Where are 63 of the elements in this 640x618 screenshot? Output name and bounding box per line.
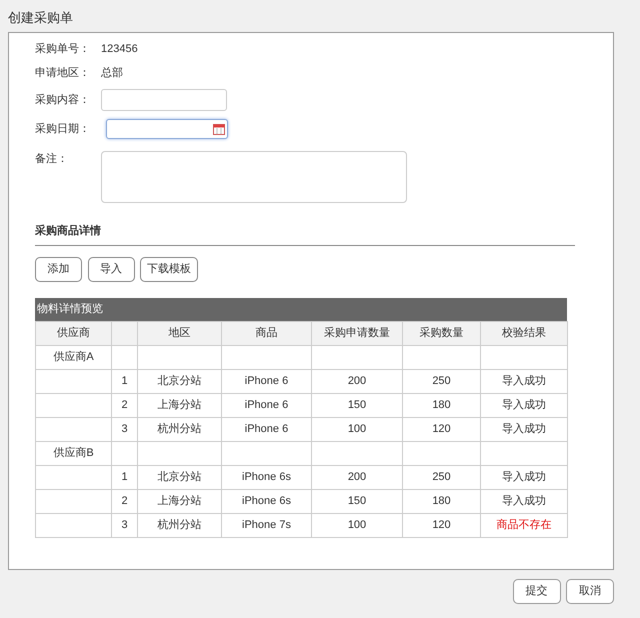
result-text: 导入成功 [502, 494, 546, 507]
table-cell: 250 [432, 470, 451, 483]
table-cell: 北京分站 [158, 470, 202, 483]
column-header: 商品 [256, 326, 278, 339]
table-cell: 150 [348, 398, 366, 411]
column-header: 供应商 [57, 326, 90, 339]
column-header: 采购申请数量 [324, 326, 390, 339]
table-cell: iPhone 6s [242, 494, 291, 507]
table-cell: 250 [432, 374, 451, 387]
table-cell: iPhone 6 [244, 398, 288, 411]
field-label: 采购日期： [35, 122, 91, 137]
result-text: 导入成功 [502, 470, 546, 483]
action-button[interactable]: 下载模板 [140, 256, 198, 282]
table-cell: 100 [348, 422, 366, 435]
result-text: 导入成功 [502, 422, 546, 435]
table-cell: 上海分站 [158, 494, 202, 507]
field-value: 123456 [101, 42, 138, 57]
field-label: 申请地区： [35, 66, 91, 81]
input-field[interactable] [101, 89, 227, 111]
table-cell: 上海分站 [158, 398, 202, 411]
table-cell: 150 [348, 494, 366, 507]
table-cell: 200 [348, 470, 366, 483]
table-cell: 120 [432, 422, 451, 435]
table-cell: 180 [432, 398, 451, 411]
table-cell: iPhone 6 [244, 374, 288, 387]
footer-button[interactable]: 提交 [512, 579, 560, 604]
table-cell: 2 [121, 398, 128, 411]
textarea-field[interactable] [101, 151, 407, 203]
supplier-name: 供应商B [53, 446, 94, 459]
table-cell: 杭州分站 [158, 518, 202, 531]
table-cell: iPhone 6 [244, 422, 288, 435]
table-cell: 3 [121, 422, 128, 435]
action-button[interactable]: 添加 [35, 256, 82, 282]
field-value: 总部 [101, 66, 123, 81]
window-title: 创建采购单 [7, 9, 74, 27]
table-cell: iPhone 6s [242, 470, 291, 483]
column-header: 地区 [168, 326, 190, 339]
table-cell: 1 [121, 470, 128, 483]
table-title: 物料详情预览 [35, 298, 567, 320]
supplier-name: 供应商A [53, 350, 94, 363]
column-header: 采购数量 [420, 326, 464, 339]
table-cell: 杭州分站 [158, 422, 202, 435]
field-label: 采购单号： [35, 42, 91, 57]
table-cell: 北京分站 [158, 374, 202, 387]
table-cell: 2 [121, 494, 128, 507]
table-cell: 100 [348, 518, 366, 531]
calendar-icon[interactable] [213, 123, 225, 135]
result-text: 导入成功 [502, 374, 546, 387]
table-cell: 3 [121, 518, 128, 531]
date-field[interactable] [106, 119, 228, 139]
section-title: 采购商品详情 [35, 223, 575, 246]
table-cell: 1 [121, 374, 128, 387]
result-text: 商品不存在 [496, 518, 552, 531]
field-label: 备注： [35, 152, 69, 167]
table-cell: 180 [432, 494, 451, 507]
result-text: 导入成功 [502, 398, 546, 411]
table-cell: 200 [348, 374, 366, 387]
action-button[interactable]: 导入 [88, 256, 134, 282]
column-header: 校验结果 [502, 326, 546, 339]
table-cell: iPhone 7s [242, 518, 291, 531]
table-cell: 120 [432, 518, 451, 531]
field-label: 采购内容： [35, 92, 91, 108]
footer-button[interactable]: 取消 [566, 579, 614, 604]
